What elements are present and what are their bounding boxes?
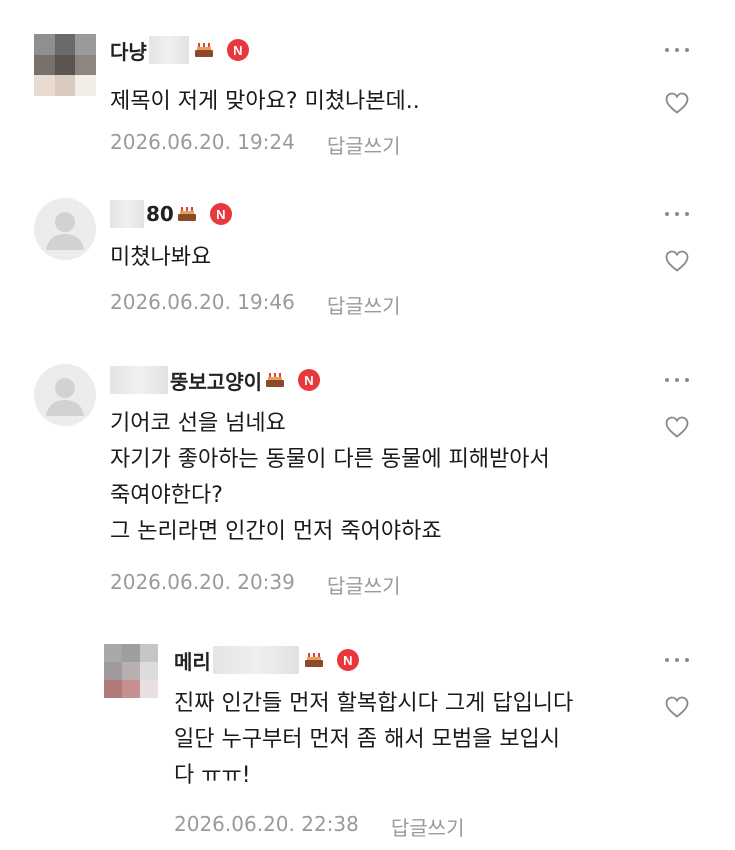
comment-line: 그 논리라면 인간이 먼저 죽어야하죠 [110,519,442,544]
comment-meta: 2026.06.20. 19:24 답글쓰기 [110,130,400,159]
comment-line: 다 ㅠㅠ! [174,763,251,788]
comment-line: 진짜 인간들 먼저 할복합시다 그게 답입니다 [174,691,574,716]
heart-icon[interactable] [665,416,689,438]
more-options-icon[interactable] [665,40,689,60]
cake-icon [266,373,284,387]
more-options-icon[interactable] [665,370,689,390]
cake-icon [194,43,213,57]
comment-text: 미쳤나봐요 [110,240,211,276]
more-options-icon[interactable] [665,204,689,224]
reply-button[interactable]: 답글쓰기 [327,570,401,599]
username-row[interactable]: 다냥 N [110,34,249,66]
username-blur [148,36,189,64]
timestamp: 2026.06.20. 19:46 [110,290,295,314]
reply-button[interactable]: 답글쓰기 [327,130,401,159]
username[interactable]: 80 [146,202,174,226]
comment-line: 자기가 좋아하는 동물이 다른 동물에 피해받아서 [110,447,550,472]
naver-n-badge: N [336,649,359,671]
timestamp: 2026.06.20. 22:38 [174,812,359,836]
default-avatar-icon[interactable] [34,364,96,426]
cake-icon [177,207,196,221]
avatar[interactable] [34,34,96,96]
comment-line: 제목이 저게 맞아요? 미쳤나본데.. [110,89,420,114]
comment-text: 진짜 인간들 먼저 할복합시다 그게 답입니다 일단 누구부터 먼저 좀 해서 … [174,686,573,794]
comment-text: 제목이 저게 맞아요? 미쳤나본데.. [110,84,420,120]
default-avatar-icon[interactable] [34,198,96,260]
avatar[interactable] [104,644,158,698]
comment-line: 미쳤나봐요 [110,245,212,270]
comment-meta: 2026.06.20. 20:39 답글쓰기 [110,570,400,599]
comment-item: 80 N 미쳤나봐요 2026.06.20. 19:46 답글쓰기 [0,198,735,328]
username-blur [110,366,168,394]
reply-button[interactable]: 답글쓰기 [327,290,401,319]
heart-icon[interactable] [665,250,689,272]
comment-line: 기어코 선을 넘네요 [110,411,286,436]
reply-comment-item: 메리 N 진짜 인간들 먼저 할복합시다 그게 답입니다 일단 누구부터 먼저 … [0,644,735,844]
heart-icon[interactable] [665,92,689,114]
naver-n-badge: N [226,39,249,61]
timestamp: 2026.06.20. 19:24 [110,130,295,154]
username[interactable]: 메리 [174,646,211,675]
more-options-icon[interactable] [665,650,689,670]
username-blur [212,646,299,674]
naver-n-badge: N [298,369,320,391]
username[interactable]: 뚱보고양이 [170,366,262,395]
username-row[interactable]: 80 N [110,198,232,230]
username-row[interactable]: 메리 N [174,644,359,676]
comment-item: 다냥 N 제목이 저게 맞아요? 미쳤나본데.. 2026.06.20. 19:… [0,34,735,164]
heart-icon[interactable] [665,696,689,718]
reply-button[interactable]: 답글쓰기 [391,812,465,841]
timestamp: 2026.06.20. 20:39 [110,570,295,594]
cake-icon [304,653,323,667]
comment-meta: 2026.06.20. 22:38 답글쓰기 [174,812,464,841]
comment-item: 뚱보고양이 N 기어코 선을 넘네요 자기가 좋아하는 동물이 다른 동물에 피… [0,364,735,604]
username-row[interactable]: 뚱보고양이 N [110,364,320,396]
comment-text: 기어코 선을 넘네요 자기가 좋아하는 동물이 다른 동물에 피해받아서 죽여야… [110,406,550,550]
naver-n-badge: N [209,203,232,225]
comment-meta: 2026.06.20. 19:46 답글쓰기 [110,290,400,319]
comment-line: 죽여야한다? [110,483,223,508]
username-blur [110,200,144,228]
username[interactable]: 다냥 [110,36,147,65]
comment-line: 일단 누구부터 먼저 좀 해서 모범을 보입시 [174,727,561,752]
